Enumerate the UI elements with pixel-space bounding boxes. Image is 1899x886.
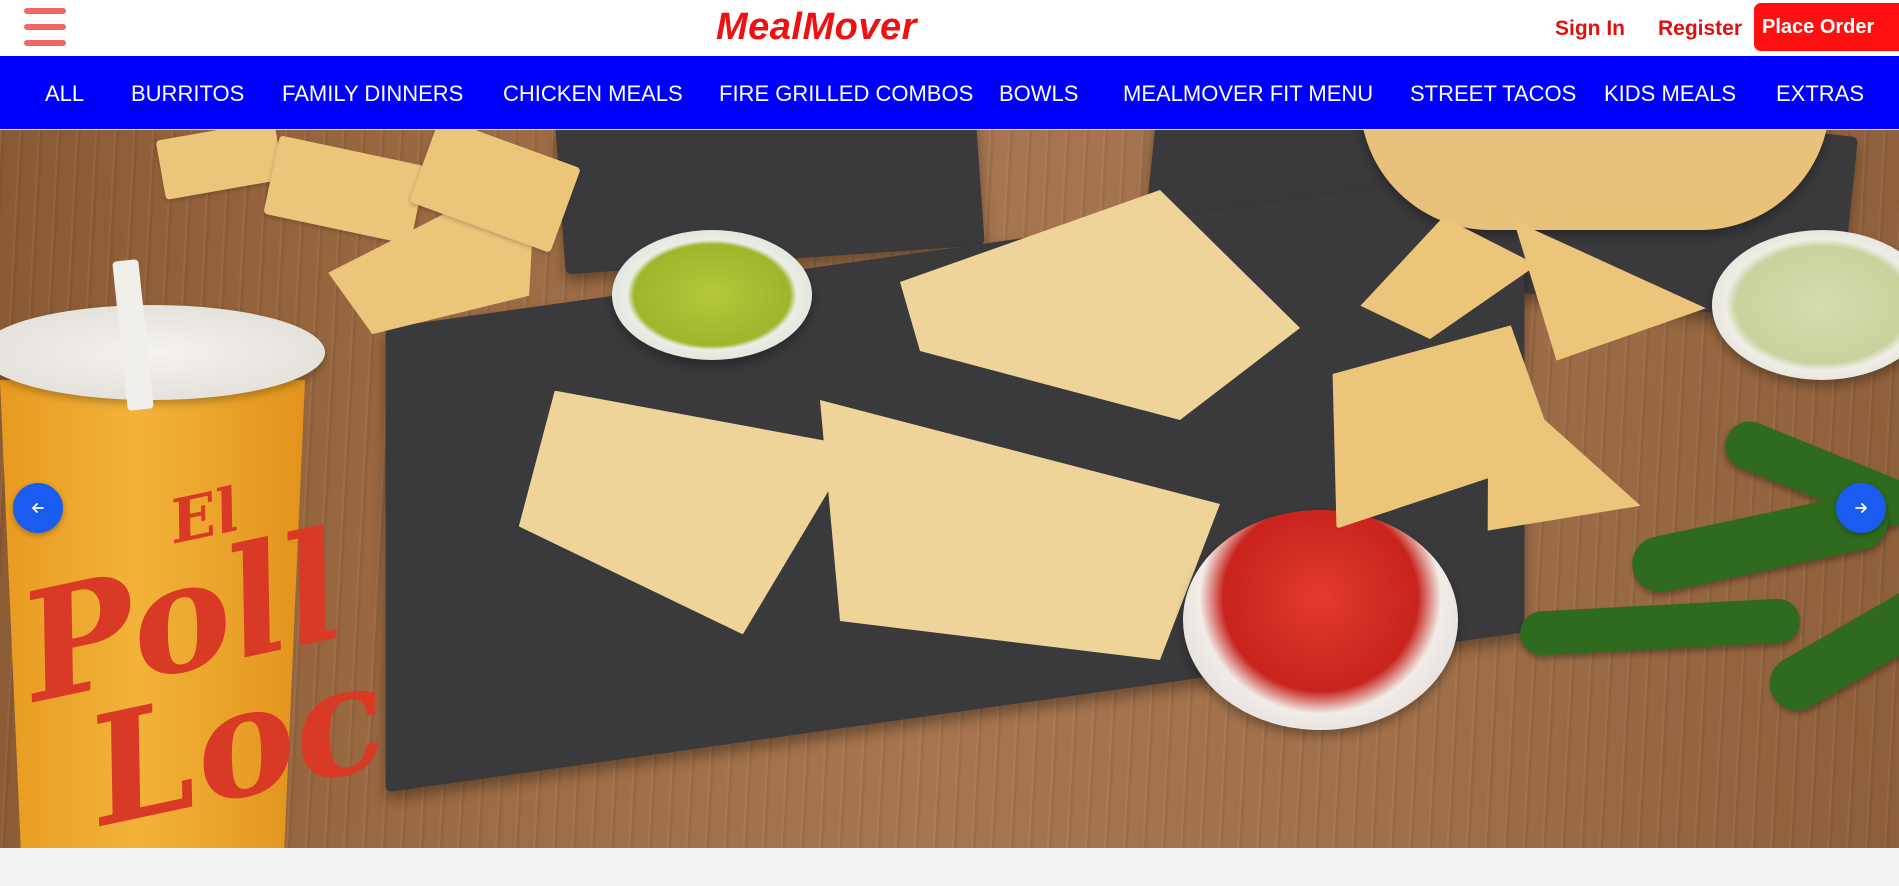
pico-de-gallo-bowl — [1183, 510, 1458, 730]
arrow-left-icon — [32, 503, 44, 513]
content-section-top — [0, 848, 1899, 886]
nav-item-kids-meals[interactable]: KIDS MEALS — [1604, 81, 1736, 107]
hero-banner-image: El Poll Loc — [0, 130, 1899, 848]
cup-brand-line: Loc — [73, 626, 401, 848]
nav-item-burritos[interactable]: BURRITOS — [131, 81, 244, 107]
site-logo[interactable]: MealMover — [716, 6, 917, 49]
hamburger-menu-icon[interactable] — [24, 6, 66, 48]
sign-in-link[interactable]: Sign In — [1555, 17, 1625, 41]
nav-item-family-dinners[interactable]: FAMILY DINNERS — [282, 81, 463, 107]
nav-item-extras[interactable]: EXTRAS — [1776, 81, 1864, 107]
nav-item-all[interactable]: ALL — [45, 81, 84, 107]
nav-item-bowls[interactable]: BOWLS — [999, 81, 1078, 107]
taco — [1360, 130, 1830, 230]
nav-item-mealmover-fit-menu[interactable]: MEALMOVER FIT MENU — [1123, 81, 1373, 107]
salsa-verde-bowl — [612, 230, 812, 360]
place-order-button[interactable]: Place Order — [1754, 3, 1899, 51]
hamburger-bar — [24, 24, 66, 30]
arrow-right-icon — [1855, 503, 1867, 513]
nav-item-chicken-meals[interactable]: CHICKEN MEALS — [503, 81, 683, 107]
nav-item-street-tacos[interactable]: STREET TACOS — [1410, 81, 1576, 107]
hamburger-bar — [24, 8, 66, 14]
nav-item-fire-grilled-combos[interactable]: FIRE GRILLED COMBOS — [719, 81, 973, 107]
hamburger-bar — [24, 40, 66, 46]
carousel-next-button[interactable] — [1836, 483, 1886, 533]
category-nav: ALL BURRITOS FAMILY DINNERS CHICKEN MEAL… — [0, 56, 1899, 130]
carousel-prev-button[interactable] — [13, 483, 63, 533]
top-header: MealMover Sign In Register Place Order — [0, 0, 1899, 56]
jalapeno-pepper — [1759, 573, 1899, 721]
jalapeno-pepper — [1519, 597, 1801, 657]
register-link[interactable]: Register — [1658, 17, 1742, 41]
tortilla-chip — [263, 135, 427, 245]
tortilla-chip — [155, 130, 285, 200]
